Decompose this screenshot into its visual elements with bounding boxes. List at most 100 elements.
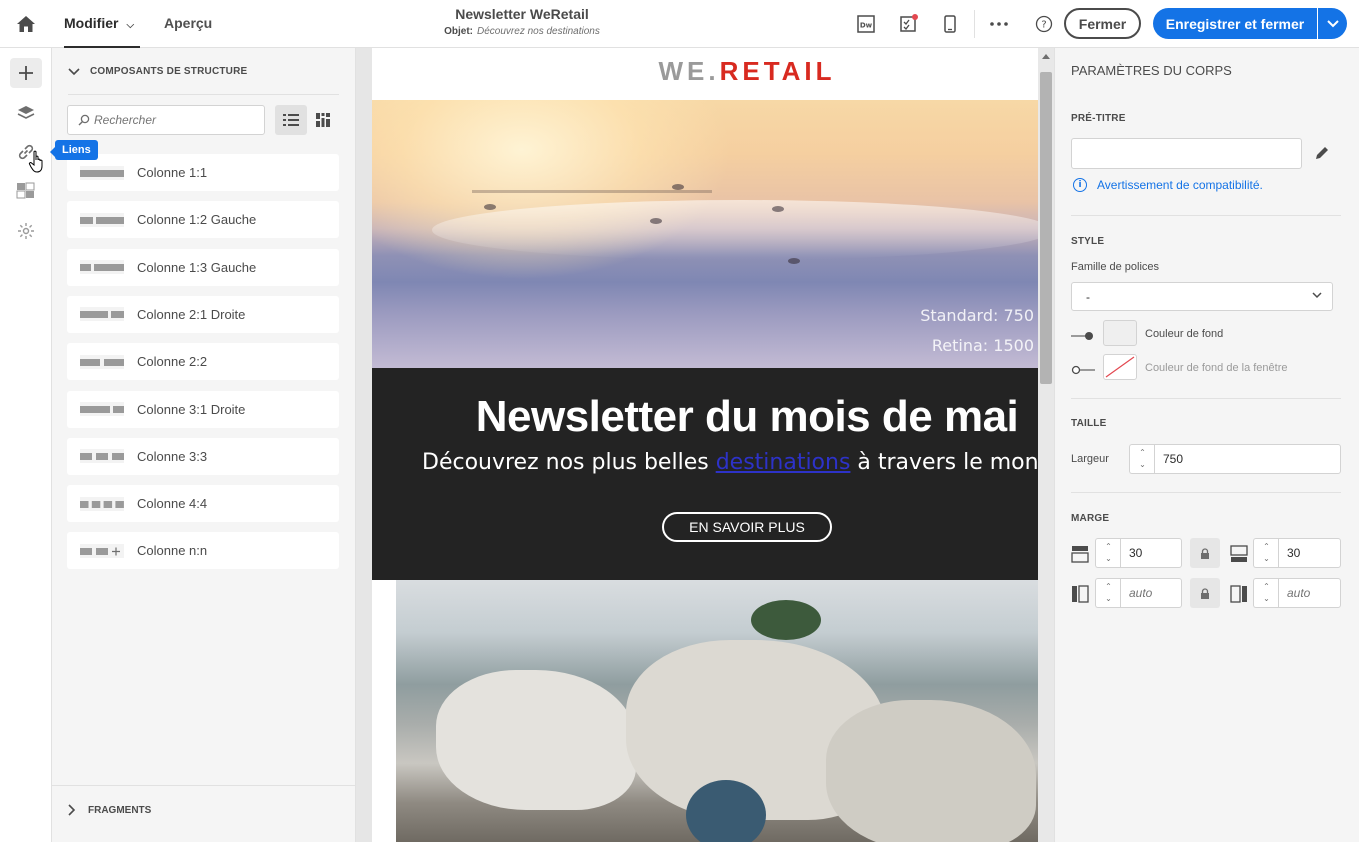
logo-retail: RETAIL — [719, 56, 836, 86]
width-stepper[interactable]: ⌃ ⌄ — [1129, 444, 1155, 474]
component-column-4-4[interactable]: Colonne 4:4 — [67, 485, 339, 523]
component-label: Colonne 1:3 Gauche — [137, 259, 257, 275]
properties-panel: PARAMÈTRES DU CORPS PRÉ-TITRE i Avertiss… — [1054, 48, 1359, 842]
component-label: Colonne 1:2 Gauche — [137, 212, 257, 228]
fragments-section[interactable]: FRAGMENTS — [52, 785, 355, 842]
column-1-1-icon — [67, 165, 137, 181]
chevron-up-icon[interactable]: ⌃ — [1139, 447, 1146, 459]
newsletter-headline[interactable]: Newsletter du mois de mai — [372, 392, 1038, 442]
home-icon[interactable] — [14, 12, 38, 36]
checklist-icon[interactable] — [896, 12, 920, 36]
chevron-down-icon[interactable]: ⌄ — [1263, 553, 1270, 565]
learn-more-button[interactable]: EN SAVOIR PLUS — [662, 512, 832, 542]
lock-icon[interactable] — [1190, 578, 1220, 608]
chevron-down-icon[interactable]: ⌵ — [126, 20, 134, 31]
pencil-icon[interactable] — [1314, 145, 1330, 166]
email-body[interactable]: WE.RETAIL Standard: 750 Retina: 1500 New… — [372, 48, 1038, 842]
headline-subtitle[interactable]: Découvrez nos plus belles destinations à… — [422, 450, 1038, 475]
margin-left-stepper[interactable]: ⌃ ⌄ — [1095, 578, 1121, 608]
component-label: Colonne 2:1 Droite — [137, 306, 246, 322]
image-gallery-icon[interactable] — [10, 176, 42, 206]
destinations-link[interactable]: destinations — [716, 450, 851, 475]
window-background-label: Couleur de fond de la fenêtre — [1145, 362, 1288, 374]
tab-edit-label: Modifier — [64, 15, 119, 31]
search-input[interactable] — [94, 113, 254, 127]
hero-image[interactable]: Standard: 750 Retina: 1500 — [372, 100, 1038, 368]
chevron-up-icon[interactable]: ⌃ — [1105, 581, 1112, 593]
width-input[interactable] — [1154, 444, 1341, 474]
brand-logo[interactable]: WE.RETAIL — [372, 56, 1038, 87]
tree — [751, 600, 821, 640]
component-column-1-3-left[interactable]: Colonne 1:3 Gauche — [67, 248, 339, 286]
scrollbar-thumb[interactable] — [1040, 72, 1052, 384]
email-canvas[interactable]: WE.RETAIL Standard: 750 Retina: 1500 New… — [356, 48, 1054, 842]
mountain-image[interactable] — [396, 580, 1038, 842]
component-column-2-2[interactable]: Colonne 2:2 — [67, 343, 339, 381]
margin-bottom-input[interactable] — [1278, 538, 1341, 568]
component-column-n-n[interactable]: Colonne n:n — [67, 532, 339, 570]
top-bar: Modifier ⌵ Aperçu Newsletter WeRetail Obj… — [0, 0, 1359, 48]
search-box[interactable] — [67, 105, 265, 135]
window-background-swatch[interactable] — [1103, 354, 1137, 380]
component-column-2-1-right[interactable]: Colonne 2:1 Droite — [67, 295, 339, 333]
layers-icon[interactable] — [10, 98, 42, 128]
lock-icon[interactable] — [1190, 538, 1220, 568]
font-family-label: Famille de polices — [1071, 261, 1160, 273]
margin-top-stepper[interactable]: ⌃ ⌄ — [1095, 538, 1121, 568]
component-column-3-1-right[interactable]: Colonne 3:1 Droite — [67, 390, 339, 428]
chevron-up-icon[interactable]: ⌃ — [1263, 541, 1270, 553]
component-column-1-1[interactable]: Colonne 1:1 — [67, 154, 339, 191]
personalization-icon[interactable] — [10, 216, 42, 246]
tab-edit[interactable]: Modifier ⌵ — [64, 0, 140, 48]
pretitle-input[interactable] — [1071, 138, 1302, 169]
chevron-up-icon[interactable]: ⌃ — [1263, 581, 1270, 593]
tab-preview-label: Aperçu — [164, 15, 213, 31]
close-button[interactable]: Fermer — [1064, 8, 1141, 39]
background-color-label: Couleur de fond — [1145, 328, 1224, 340]
save-options-button[interactable] — [1318, 8, 1347, 39]
structure-components-title: COMPOSANTS DE STRUCTURE — [90, 66, 248, 77]
divider — [1071, 492, 1341, 493]
component-column-1-2-left[interactable]: Colonne 1:2 Gauche — [67, 201, 339, 239]
more-icon[interactable] — [987, 12, 1011, 36]
canvas-scrollbar[interactable] — [1038, 48, 1054, 842]
component-column-3-3[interactable]: Colonne 3:3 — [67, 437, 339, 475]
hero-standard-label: Standard: 750 — [920, 306, 1034, 325]
window-background-toggle[interactable] — [1071, 362, 1095, 375]
mobile-preview-icon[interactable] — [938, 12, 962, 36]
font-family-select[interactable]: - — [1071, 282, 1333, 311]
chevron-down-icon[interactable]: ⌄ — [1139, 459, 1146, 471]
chevron-down-icon[interactable]: ⌄ — [1105, 553, 1112, 565]
subject-label: Objet: — [444, 26, 474, 37]
chevron-up-icon[interactable]: ⌃ — [1105, 541, 1112, 553]
structure-components-header[interactable]: COMPOSANTS DE STRUCTURE — [68, 66, 247, 77]
subtitle-text: Découvrez nos plus belles — [422, 450, 716, 475]
chevron-down-icon[interactable]: ⌄ — [1105, 593, 1112, 605]
column-n-n-icon — [67, 543, 137, 559]
subtitle-text-end: à travers le monde — [857, 450, 1038, 475]
margin-right-stepper[interactable]: ⌃ ⌄ — [1253, 578, 1279, 608]
background-color-swatch[interactable] — [1103, 320, 1137, 346]
dreamweaver-icon[interactable]: Dw — [854, 12, 878, 36]
add-icon[interactable] — [10, 58, 42, 88]
margin-top-icon — [1071, 545, 1089, 563]
save-and-close-button[interactable]: Enregistrer et fermer — [1153, 8, 1317, 39]
component-label: Colonne 3:3 — [137, 448, 208, 464]
column-1-3-left-icon — [67, 259, 137, 275]
grid-view-icon[interactable] — [307, 105, 339, 135]
scroll-up-icon[interactable] — [1042, 54, 1050, 59]
compatibility-warning-link[interactable]: i Avertissement de compatibilité. — [1073, 178, 1263, 192]
list-view-icon[interactable] — [275, 105, 307, 135]
margin-right-input[interactable] — [1278, 578, 1341, 608]
tab-preview[interactable]: Aperçu — [164, 0, 212, 48]
rock — [436, 670, 636, 810]
chevron-down-icon[interactable]: ⌄ — [1263, 593, 1270, 605]
width-label: Largeur — [1071, 453, 1109, 465]
margin-left-input[interactable] — [1120, 578, 1182, 608]
component-label: Colonne 2:2 — [137, 354, 208, 370]
headline-block[interactable]: Newsletter du mois de mai Découvrez nos … — [372, 368, 1038, 580]
background-color-toggle[interactable] — [1071, 328, 1095, 340]
help-icon[interactable]: ? — [1032, 12, 1056, 36]
margin-bottom-stepper[interactable]: ⌃ ⌄ — [1253, 538, 1279, 568]
margin-top-input[interactable] — [1120, 538, 1182, 568]
